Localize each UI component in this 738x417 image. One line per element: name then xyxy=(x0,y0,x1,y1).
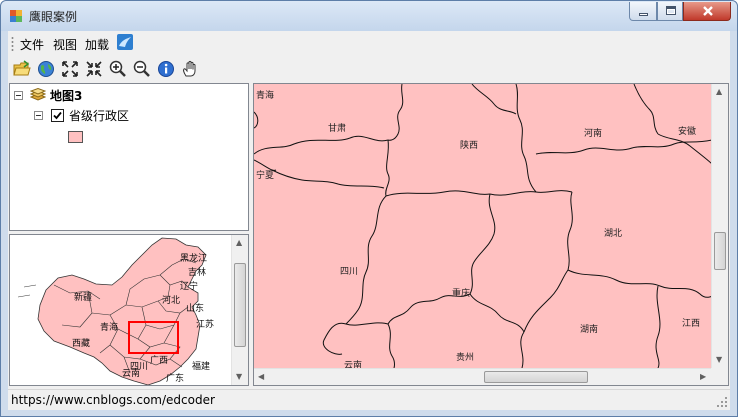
map-label-jiangxi: 江西 xyxy=(682,319,701,329)
overview-label-xinjiang: 新疆 xyxy=(74,293,93,303)
map-scroll-right-arrow-icon[interactable]: ▶ xyxy=(700,373,706,381)
overview-label-guangdong: 广东 xyxy=(166,374,185,384)
overview-scroll-thumb[interactable] xyxy=(234,263,246,347)
map-label-hunan: 湖南 xyxy=(580,325,599,335)
layer-name[interactable]: 省级行政区 xyxy=(69,107,129,124)
map-label-sichuan: 四川 xyxy=(340,267,359,277)
close-button[interactable] xyxy=(683,2,731,21)
overview-label-liaoning: 辽宁 xyxy=(180,282,199,292)
map-label-guizhou: 贵州 xyxy=(456,353,475,363)
map-scroll-up-arrow-icon[interactable]: ▲ xyxy=(716,88,722,96)
identify-icon[interactable] xyxy=(157,60,175,78)
overview-label-qinghai: 青海 xyxy=(100,323,119,333)
overview-map: 新疆 青海 西藏 四川 云南 广西 福建 江苏 黑龙江 吉林 辽宁 河北 山东 … xyxy=(9,234,249,386)
overview-label-fujian: 福建 xyxy=(192,362,211,372)
map-vertical-scroll-thumb[interactable] xyxy=(714,232,726,270)
arcgis-logo-icon[interactable] xyxy=(117,34,133,50)
full-extent-icon[interactable] xyxy=(61,60,79,78)
globe-icon[interactable] xyxy=(37,60,55,78)
maximize-button[interactable] xyxy=(657,2,683,21)
map-label-hubei: 湖北 xyxy=(604,229,623,239)
main-map-view[interactable]: 青海 甘肃 陕西 河南 安徽 宁夏 湖北 四川 重庆 湖南 江西 贵州 云南 ▲… xyxy=(253,83,729,386)
scroll-up-arrow-icon[interactable]: ▲ xyxy=(236,239,242,247)
layer-toc: 地图3 省级行政区 xyxy=(9,83,249,231)
overview-vertical-scrollbar[interactable]: ▲ ▼ xyxy=(231,235,248,385)
checkmark-icon xyxy=(53,111,62,120)
map-label-henan: 河南 xyxy=(584,129,603,139)
map-label-ningxia: 宁夏 xyxy=(256,171,275,181)
map-collapse-toggle[interactable] xyxy=(14,91,23,100)
map-label-chongqing: 重庆 xyxy=(452,289,471,299)
map-scroll-left-arrow-icon[interactable]: ◀ xyxy=(258,373,264,381)
overview-label-jilin: 吉林 xyxy=(188,268,207,278)
scroll-corner xyxy=(711,368,728,385)
menu-view[interactable]: 视图 xyxy=(53,36,77,53)
map-label-shaanxi: 陕西 xyxy=(460,141,479,151)
layer-collapse-toggle[interactable] xyxy=(34,111,43,120)
map-horizontal-scroll-thumb[interactable] xyxy=(484,371,588,383)
status-bar: https://www.cnblogs.com/edcoder xyxy=(8,389,730,410)
overview-label-guangxi: 广西 xyxy=(150,356,169,366)
map-scroll-down-arrow-icon[interactable]: ▼ xyxy=(716,356,722,364)
app-icon xyxy=(10,10,22,22)
menu-grip xyxy=(11,36,14,51)
resize-grip-icon[interactable] xyxy=(716,396,728,408)
app-window: 鹰眼案例 文件 视图 加载 地图3 省级行政区 新疆 青海 西藏 四川 云南 广… xyxy=(0,0,738,417)
overview-label-yunnan: 云南 xyxy=(122,369,141,379)
map-label-qinghai-top: 青海 xyxy=(256,91,275,101)
map-vertical-scrollbar[interactable]: ▲ ▼ xyxy=(711,84,728,368)
overview-label-shandong: 山东 xyxy=(186,304,205,314)
zoom-in-icon[interactable] xyxy=(109,60,127,78)
menu-file[interactable]: 文件 xyxy=(20,36,44,53)
zoom-out-icon[interactable] xyxy=(133,60,151,78)
map-label-gansu: 甘肃 xyxy=(328,124,347,134)
layer-symbol-swatch[interactable] xyxy=(68,131,83,143)
close-icon xyxy=(703,6,713,16)
window-title: 鹰眼案例 xyxy=(29,10,78,24)
title-bar: 鹰眼案例 xyxy=(1,1,737,31)
province-boundaries[interactable] xyxy=(254,84,712,368)
tool-bar xyxy=(8,57,730,81)
menu-load[interactable]: 加载 xyxy=(85,36,109,53)
layer-visibility-checkbox[interactable] xyxy=(51,109,64,122)
menu-bar: 文件 视图 加载 xyxy=(8,31,730,55)
fixed-zoom-in-icon[interactable] xyxy=(85,60,103,78)
client-area: 文件 视图 加载 地图3 省级行政区 新疆 青海 西藏 四川 云南 广西 福建 … xyxy=(8,31,730,410)
status-text: https://www.cnblogs.com/edcoder xyxy=(11,393,215,407)
overview-label-heilongjiang: 黑龙江 xyxy=(180,254,208,264)
map-layers-icon xyxy=(30,88,46,101)
open-icon[interactable] xyxy=(13,60,31,78)
map-name[interactable]: 地图3 xyxy=(50,87,82,104)
overview-label-hebei: 河北 xyxy=(162,296,181,306)
overview-label-xizang: 西藏 xyxy=(72,339,91,349)
overview-label-jiangsu: 江苏 xyxy=(196,320,215,330)
overview-extent-rectangle[interactable] xyxy=(128,321,179,354)
minimize-button[interactable] xyxy=(629,2,657,21)
scroll-down-arrow-icon[interactable]: ▼ xyxy=(236,373,242,381)
pan-hand-icon[interactable] xyxy=(181,60,199,78)
map-label-anhui: 安徽 xyxy=(678,127,697,137)
map-horizontal-scrollbar[interactable]: ◀ ▶ xyxy=(254,368,712,385)
